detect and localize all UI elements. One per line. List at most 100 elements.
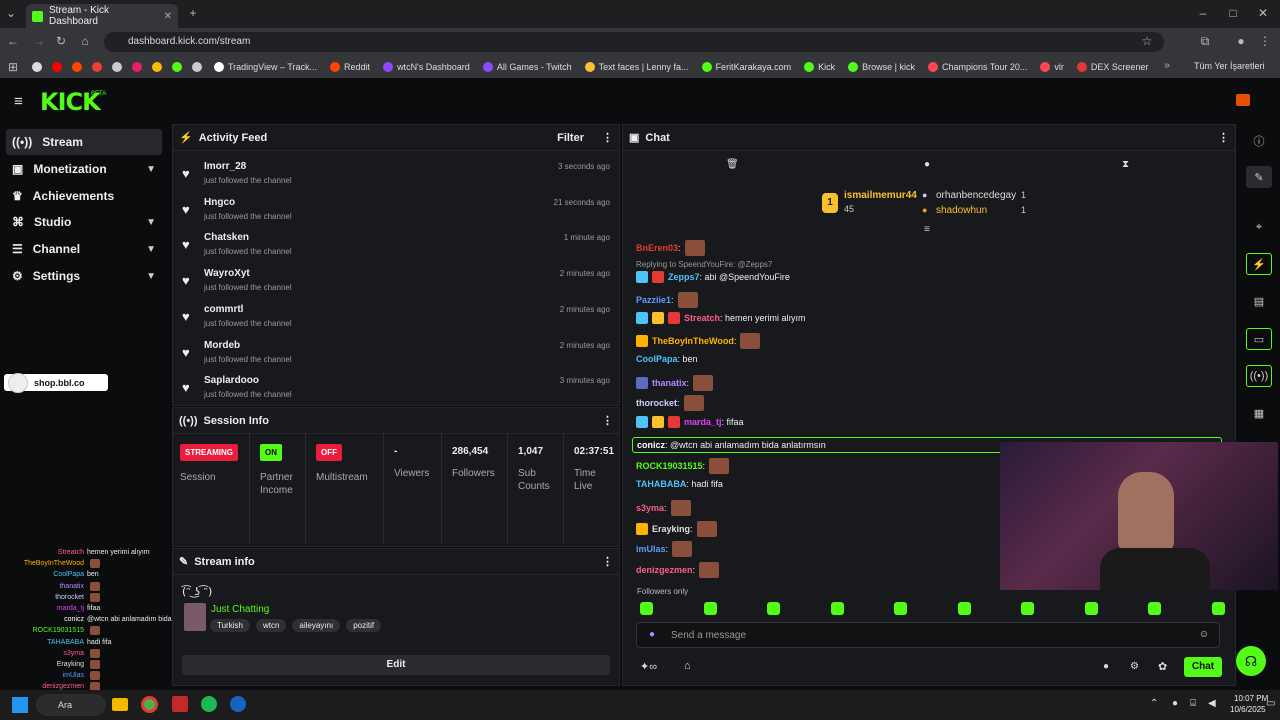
chat-username[interactable]: ROCK19031515 <box>636 461 703 471</box>
sidebar-item-settings[interactable]: ⚙ Settings ▼ <box>6 263 162 289</box>
mic-icon[interactable]: ● <box>649 629 655 640</box>
browser-tab[interactable]: Stream - Kick Dashboard ✕ <box>26 4 178 28</box>
emote-icon[interactable] <box>640 602 653 615</box>
chat-username[interactable]: thorocket <box>636 398 677 408</box>
chat-username[interactable]: CoolPapa <box>636 354 678 364</box>
layers-icon[interactable]: ▦ <box>1246 402 1272 424</box>
emote-icon[interactable] <box>830 602 844 615</box>
activity-user[interactable]: Imorr_28 <box>204 161 246 172</box>
trash-icon[interactable]: 🗑 <box>726 159 739 170</box>
bookmark-item[interactable]: DEX Screener <box>1076 62 1148 72</box>
expand-icon[interactable]: ≡ <box>924 224 930 235</box>
mic-tray-icon[interactable]: ● <box>1172 698 1178 709</box>
sidebar-item-monetization[interactable]: ▣ Monetization ▼ <box>6 156 162 182</box>
bookmark-item[interactable]: Browse | kick <box>848 62 915 72</box>
sidebar-item-stream[interactable]: ((•)) Stream <box>6 129 162 155</box>
more-options-icon[interactable]: ⋮ <box>602 131 613 144</box>
info-icon[interactable]: ⓘ <box>1246 130 1272 152</box>
close-window-icon[interactable]: ✕ <box>1256 6 1270 20</box>
apps-icon[interactable]: ⊞ <box>6 60 20 74</box>
bolt-icon[interactable]: ⚡ <box>1246 253 1272 275</box>
notification-icon[interactable]: ▭ <box>1266 698 1275 709</box>
chat-icon[interactable]: ▭ <box>1246 328 1272 350</box>
bookmark-item[interactable]: TradingView – Track... <box>214 62 317 72</box>
chat-username[interactable]: TAHABABA <box>636 479 686 489</box>
more-options-icon[interactable]: ⋮ <box>602 555 613 568</box>
site-bookmark-icon[interactable] <box>192 62 202 72</box>
chat-username[interactable]: TheBoyInTheWood <box>652 336 734 346</box>
profile-icon[interactable]: ● <box>1234 34 1248 48</box>
chat-username[interactable]: denizgezmen <box>636 565 693 575</box>
emoji-icon[interactable]: ☺ <box>1199 629 1209 640</box>
chat-username[interactable]: Streatch <box>684 313 720 323</box>
emote-icon[interactable] <box>1084 602 1098 615</box>
more-bookmarks-icon[interactable]: » <box>1160 60 1174 71</box>
emote-icon[interactable] <box>957 602 971 615</box>
sidebar-item-studio[interactable]: ⌘ Studio ▼ <box>6 209 162 235</box>
windows-start-icon[interactable] <box>12 697 28 713</box>
browser-menu-icon[interactable]: ⋮ <box>1258 34 1272 48</box>
clipboard-icon[interactable]: ▤ <box>1246 290 1272 312</box>
emote-icon[interactable] <box>894 602 907 615</box>
store-icon[interactable]: ⌂ <box>684 660 691 672</box>
volume-icon[interactable]: ◀ <box>1208 698 1216 709</box>
bookmark-star-icon[interactable]: ☆ <box>1140 34 1154 48</box>
chat-username[interactable]: marda_tj <box>684 417 722 427</box>
tray-chevron-icon[interactable]: ⌃ <box>1150 698 1158 709</box>
leaderboard-user[interactable]: shadowhun <box>936 205 987 216</box>
chat-username[interactable]: conicz <box>637 440 665 450</box>
url-bar[interactable]: dashboard.kick.com/stream <box>104 32 1164 52</box>
emote-icon[interactable] <box>1148 602 1161 615</box>
send-chat-button[interactable]: Chat <box>1184 657 1222 677</box>
sidebar-item-achievements[interactable]: ♛ Achievements <box>6 183 162 209</box>
home-icon[interactable]: ⌂ <box>78 34 92 48</box>
support-icon[interactable]: ☊ <box>1236 646 1266 676</box>
site-bookmark-icon[interactable] <box>172 62 182 72</box>
leaderboard-user[interactable]: ismailmemur44 <box>844 190 917 201</box>
network-icon[interactable]: ⌸ <box>1190 698 1196 709</box>
chrome-icon[interactable] <box>141 696 158 713</box>
category-link[interactable]: Just Chatting <box>211 604 269 615</box>
chat-username[interactable]: imUlas <box>636 544 666 554</box>
hourglass-icon[interactable]: ⧗ <box>1122 159 1129 170</box>
minimize-icon[interactable]: – <box>1196 6 1210 20</box>
broadcast-icon[interactable]: ((•)) <box>1246 365 1272 387</box>
sidebar-item-channel[interactable]: ☰ Channel ▼ <box>6 236 162 262</box>
reload-icon[interactable]: ↻ <box>54 34 68 48</box>
emote-icon[interactable] <box>767 602 780 615</box>
x-bookmark-icon[interactable] <box>32 62 42 72</box>
bookmark-item[interactable]: Text faces | Lenny fa... <box>584 62 689 72</box>
emote-icon[interactable] <box>1211 602 1225 615</box>
bookmark-item[interactable]: vlr <box>1040 62 1064 72</box>
gift-icon[interactable]: ✿ <box>1158 660 1167 673</box>
chat-username[interactable]: Erayking <box>652 524 690 534</box>
restore-icon[interactable]: □ <box>1226 6 1240 20</box>
activity-user[interactable]: Hngco <box>204 197 235 208</box>
capture-icon[interactable]: ⌖ <box>1246 216 1272 238</box>
chat-username[interactable]: s3yma <box>636 503 664 513</box>
leaderboard-user[interactable]: orhanbencedegay <box>936 190 1016 201</box>
gmail-bookmark-icon[interactable] <box>92 62 102 72</box>
bookmark-item[interactable]: Kick <box>804 62 835 72</box>
emote-icon[interactable] <box>703 602 717 615</box>
hamburger-menu-icon[interactable]: ≡ <box>14 93 23 110</box>
back-icon[interactable]: ← <box>6 34 20 48</box>
activity-user[interactable]: WayroXyt <box>204 268 250 279</box>
app-icon[interactable] <box>172 696 188 712</box>
chat-username[interactable]: thanatix <box>652 378 687 388</box>
spotify-icon[interactable] <box>201 696 217 712</box>
more-options-icon[interactable]: ⋮ <box>1218 131 1229 144</box>
site-bookmark-icon[interactable] <box>112 62 122 72</box>
file-explorer-icon[interactable] <box>112 698 128 711</box>
chat-settings-icon[interactable]: ● <box>924 159 930 170</box>
chat-username[interactable]: BnEren03 <box>636 243 678 253</box>
emote-icon[interactable] <box>1021 602 1034 615</box>
bookmark-item[interactable]: FeritKarakaya.com <box>701 62 791 72</box>
chat-bubble-icon[interactable]: ● <box>1103 661 1109 672</box>
gear-icon[interactable]: ⚙ <box>1130 661 1139 672</box>
site-bookmark-icon[interactable] <box>152 62 162 72</box>
site-bookmark-icon[interactable] <box>132 62 142 72</box>
infinity-icon[interactable]: ✦∞ <box>640 660 657 673</box>
taskbar-search[interactable]: Ara <box>36 694 106 716</box>
extensions-icon[interactable]: ⧉ <box>1198 34 1212 49</box>
